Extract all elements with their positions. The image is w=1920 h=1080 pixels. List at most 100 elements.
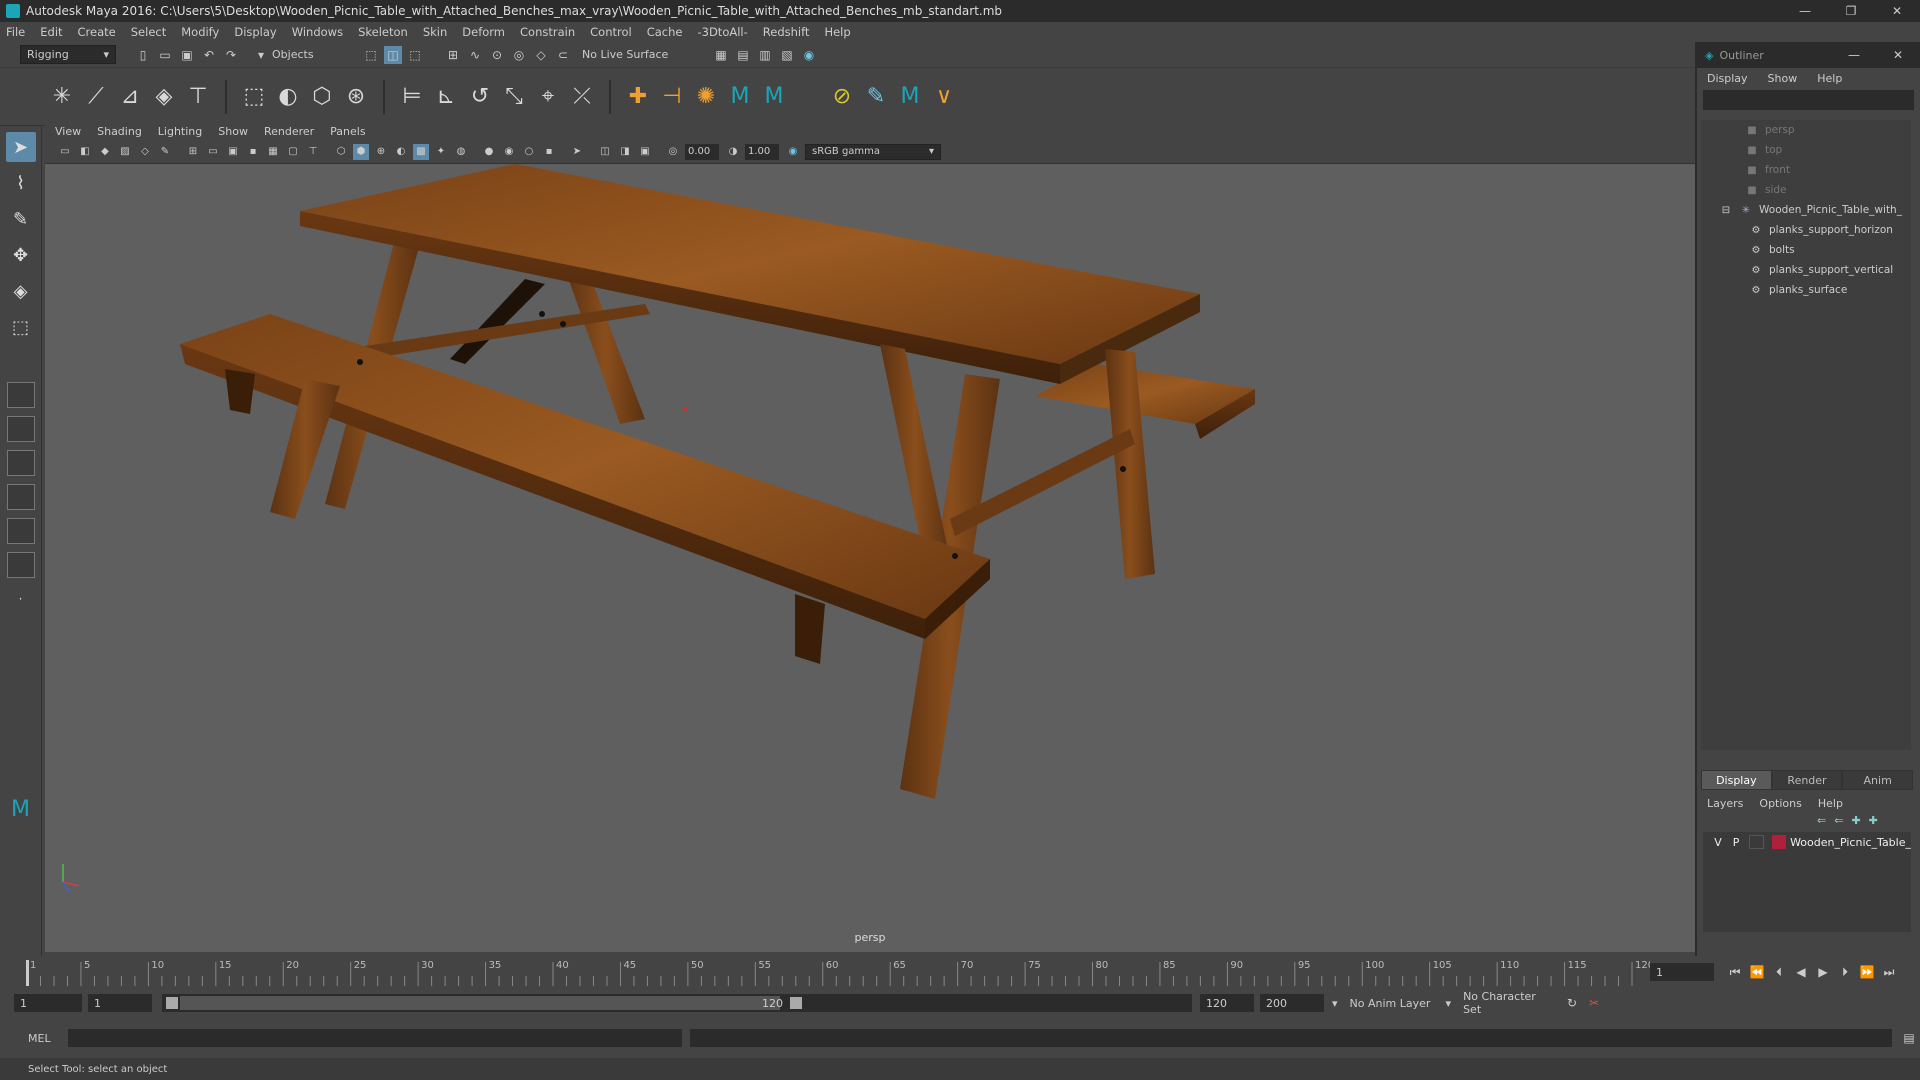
xray-components-icon[interactable]: ◨ (617, 144, 633, 160)
move-layer-up-icon[interactable]: ⇐ (1817, 814, 1826, 827)
outliner-menu-help[interactable]: Help (1817, 72, 1842, 85)
parent-constraint-icon[interactable]: ⊨ (395, 80, 429, 114)
bolt[interactable] (357, 359, 363, 365)
outliner-close-button[interactable]: ✕ (1876, 44, 1920, 66)
textured-icon[interactable]: ◐ (393, 144, 409, 160)
outliner-item-planks-support-vertical[interactable]: ⚙ planks_support_vertical (1701, 260, 1911, 280)
outliner-item-planks-surface[interactable]: ⚙ planks_surface (1701, 280, 1911, 300)
menu-constrain[interactable]: Constrain (520, 25, 575, 39)
new-scene-icon[interactable]: ▯ (134, 46, 152, 64)
outliner-item-side[interactable]: ■ side (1701, 180, 1911, 200)
layer-menu-options[interactable]: Options (1759, 797, 1801, 810)
outliner-item-top[interactable]: ■ top (1701, 140, 1911, 160)
backface-icon[interactable]: ▣ (637, 144, 653, 160)
lasso-tool-icon[interactable]: ⌇ (6, 168, 36, 198)
menu-create[interactable]: Create (78, 25, 116, 39)
vp-menu-shading[interactable]: Shading (97, 125, 142, 138)
character-set-label[interactable]: No Character Set (1463, 990, 1555, 1016)
menu-control[interactable]: Control (590, 25, 632, 39)
grid-icon[interactable]: ⊞ (185, 144, 201, 160)
menu-file[interactable]: File (6, 25, 25, 39)
minimize-button[interactable]: — (1782, 0, 1828, 22)
2d-pan-zoom-icon[interactable]: ◇ (137, 144, 153, 160)
undo-icon[interactable]: ↶ (200, 46, 218, 64)
side-by-side-layout-icon[interactable] (6, 450, 35, 476)
play-forwards-icon[interactable]: ▶ (1814, 963, 1832, 981)
range-slider[interactable]: 1 120 (162, 994, 1192, 1012)
collapse-icon[interactable]: ⊟ (1719, 205, 1733, 216)
redo-icon[interactable]: ↷ (222, 46, 240, 64)
four-view-layout-icon[interactable] (6, 416, 35, 442)
outliner-item-planks-support-horizon[interactable]: ⚙ planks_support_horizon (1701, 220, 1911, 240)
anim-layer-label[interactable]: No Anim Layer (1350, 997, 1442, 1010)
single-view-layout-icon[interactable] (6, 382, 35, 408)
menu-skin[interactable]: Skin (423, 25, 447, 39)
script-editor-icon[interactable]: ▤ (1900, 1029, 1918, 1047)
chevron-down-icon[interactable]: ▾ (1332, 997, 1338, 1010)
time-ruler[interactable]: 1 5 10 15 20 25 30 35 40 45 50 55 60 65 70 75 80 85 90 95 10… (25, 956, 1650, 986)
go-to-start-icon[interactable]: ⏮ (1726, 963, 1744, 981)
maya-script-icon[interactable]: M (723, 80, 757, 114)
live-surface-label[interactable]: No Live Surface (582, 48, 692, 61)
xray-joints-icon[interactable]: ◫ (597, 144, 613, 160)
cluster-handle-icon[interactable]: ✺ (689, 80, 723, 114)
3d-viewport[interactable]: persp (45, 164, 1695, 952)
outliner-item-front[interactable]: ■ front (1701, 160, 1911, 180)
xray-icon[interactable]: ➤ (569, 144, 585, 160)
menu-deform[interactable]: Deform (462, 25, 505, 39)
persp-outliner-layout-icon[interactable] (6, 518, 35, 544)
menu-windows[interactable]: Windows (292, 25, 343, 39)
close-button[interactable]: ✕ (1874, 0, 1920, 22)
outliner-minimize-button[interactable]: — (1832, 44, 1876, 66)
new-layer-selected-icon[interactable]: ✚ (1869, 814, 1878, 827)
bolt[interactable] (560, 321, 566, 327)
new-layer-icon[interactable]: ✚ (1851, 814, 1860, 827)
ipr-render-icon[interactable]: ▥ (756, 46, 774, 64)
select-component-icon[interactable]: ⬚ (406, 46, 424, 64)
screen-space-ao-icon[interactable]: ◍ (453, 144, 469, 160)
vp-menu-view[interactable]: View (55, 125, 81, 138)
select-hierarchy-icon[interactable]: ⬚ (362, 46, 380, 64)
script-language-label[interactable]: MEL (28, 1032, 62, 1045)
step-back-key-icon[interactable]: ⏪ (1748, 963, 1766, 981)
film-gate-icon[interactable]: ▭ (205, 144, 221, 160)
layer-row[interactable]: V P Wooden_Picnic_Table_ (1703, 832, 1911, 852)
wireframe-on-shaded-icon[interactable]: ⊕ (373, 144, 389, 160)
save-scene-icon[interactable]: ▣ (178, 46, 196, 64)
move-tool-icon[interactable]: ✥ (6, 240, 36, 270)
selection-mask-label[interactable]: Objects (272, 48, 352, 61)
camera-select-icon[interactable]: ▭ (57, 144, 73, 160)
menu-display[interactable]: Display (234, 25, 276, 39)
restore-button[interactable]: ❐ (1828, 0, 1874, 22)
paint-weights-icon[interactable]: ◐ (271, 80, 305, 114)
outliner-menu-show[interactable]: Show (1768, 72, 1798, 85)
exposure-field[interactable]: 0.00 (685, 143, 719, 160)
gate-mask-icon[interactable]: ▪ (245, 144, 261, 160)
snap-surface-icon[interactable]: ◇ (532, 46, 550, 64)
move-layer-down-icon[interactable]: ⇐ (1834, 814, 1843, 827)
current-time-marker[interactable] (26, 960, 29, 986)
orient-joint-icon[interactable]: ⊤ (181, 80, 215, 114)
select-tool-icon[interactable]: ➤ (5, 132, 36, 162)
select-object-icon[interactable]: ◫ (384, 45, 402, 64)
current-frame-field[interactable]: 1 (1650, 963, 1714, 981)
field-chart-icon[interactable]: ▦ (265, 144, 281, 160)
color-management-icon[interactable]: ◉ (785, 144, 801, 160)
magnet-icon[interactable]: ⊂ (554, 46, 572, 64)
menu-edit[interactable]: Edit (40, 25, 62, 39)
joint-orient-icon[interactable]: ⊣ (655, 80, 689, 114)
outliner-search-field[interactable] (1703, 90, 1914, 110)
outliner-item-persp[interactable]: ■ persp (1701, 120, 1911, 140)
locator-icon[interactable]: ✚ (621, 80, 655, 114)
step-forward-frame-icon[interactable]: ⏵ (1836, 963, 1854, 981)
exposure-icon[interactable]: ◎ (665, 144, 681, 160)
maya-script-icon-3[interactable]: M (893, 80, 927, 114)
layer-type-toggle[interactable] (1749, 835, 1764, 849)
menu-skeleton[interactable]: Skeleton (358, 25, 408, 39)
bench-support-left[interactable] (225, 369, 255, 414)
wireframe-icon[interactable]: ⬡ (333, 144, 349, 160)
point-constraint-icon[interactable]: ⊾ (429, 80, 463, 114)
tab-anim[interactable]: Anim (1842, 770, 1914, 790)
range-slider-end-handle[interactable] (790, 997, 802, 1009)
rotate-tool-icon[interactable]: ◈ (6, 276, 36, 306)
